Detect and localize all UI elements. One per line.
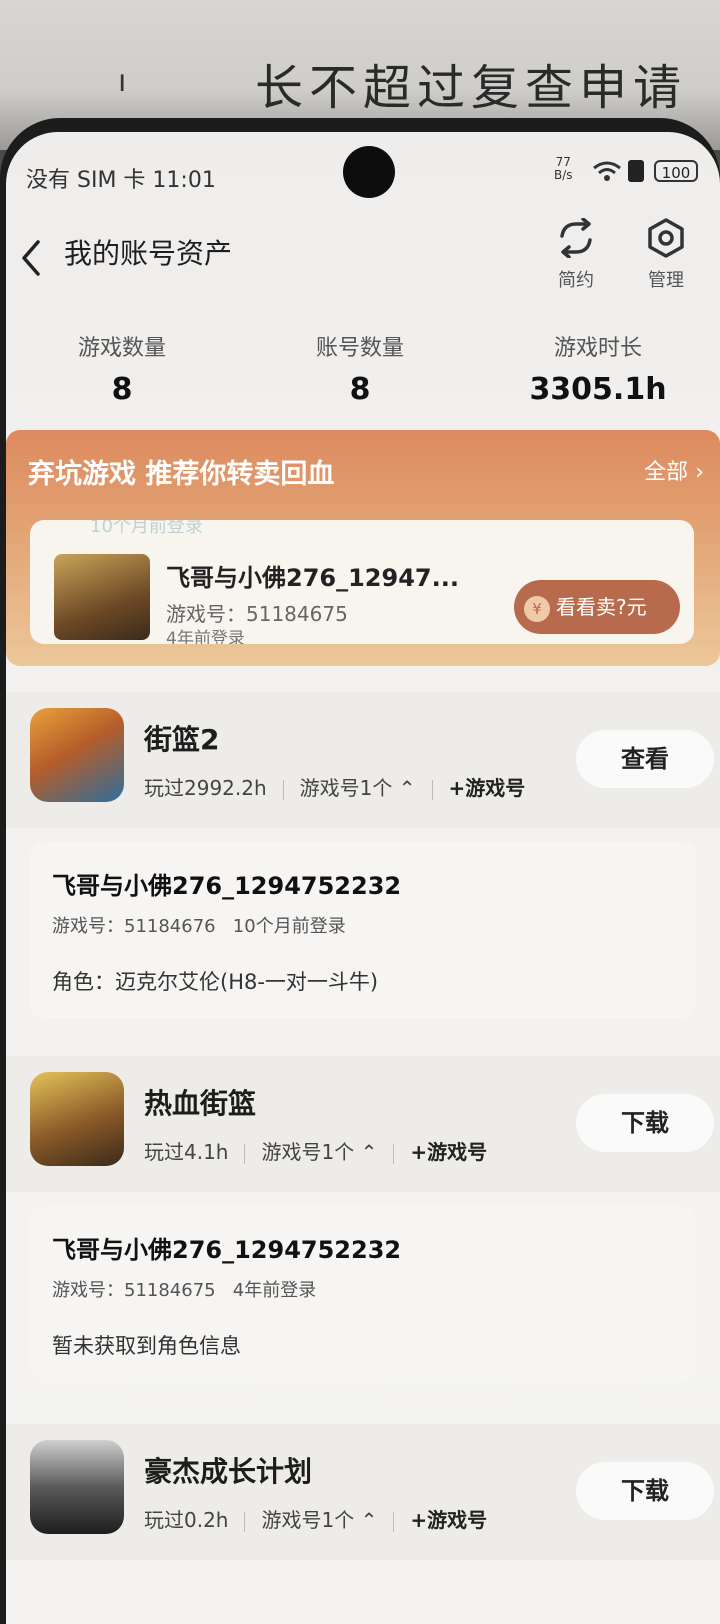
add-account-link[interactable]: +游戏号 — [449, 776, 526, 800]
promo-title: 弃坑游戏 推荐你转卖回血 — [28, 459, 335, 490]
play-time: 玩过4.1h — [144, 1140, 229, 1164]
account-count: 游戏号1个 — [299, 776, 393, 800]
network-speed-value: 77 — [555, 155, 571, 169]
account-role: 角色：迈克尔艾伦(H8-一对一斗牛) — [52, 970, 379, 994]
page-title: 我的账号资产 — [64, 237, 233, 270]
simple-mode-button[interactable]: 简约 — [546, 217, 606, 292]
chevron-up-icon: ⌃ — [360, 1140, 378, 1164]
phone-screen: 没有 SIM 卡 11:01 77 B/s 100 我的账号资产 简约 管理 游… — [6, 132, 720, 1624]
network-speed: 77 B/s — [554, 156, 573, 182]
game-row[interactable]: 豪杰成长计划 玩过0.2h 游戏号1个 ⌃ +游戏号 下载 — [6, 1424, 720, 1560]
promo-view-all-link[interactable]: 全部 › — [644, 454, 704, 486]
promo-account-card[interactable]: 10个月前登录 飞哥与小佛276_12947... 游戏号：51184675 4… — [30, 520, 694, 644]
game-icon-street-basketball — [54, 554, 150, 640]
add-account-link[interactable]: +游戏号 — [410, 1140, 487, 1164]
chevron-up-icon: ⌃ — [360, 1508, 378, 1532]
stat-game-count: 游戏数量 8 — [22, 330, 222, 407]
status-carrier-time: 没有 SIM 卡 11:01 — [26, 162, 216, 194]
wifi-icon — [593, 161, 621, 181]
back-arrow-icon[interactable] — [14, 236, 50, 280]
chevron-right-icon: › — [695, 460, 704, 485]
account-id: 游戏号：51184676 — [52, 916, 216, 937]
stat-label: 账号数量 — [315, 336, 404, 361]
game-icon-rexue-jielan — [30, 1072, 124, 1166]
promo-view-all-label: 全部 — [644, 460, 689, 485]
battery-icon: 100 — [654, 160, 698, 182]
no-sim-icon — [628, 160, 644, 182]
game-meta: 玩过4.1h 游戏号1个 ⌃ +游戏号 — [144, 1136, 487, 1165]
stat-play-time: 游戏时长 3305.1h — [498, 330, 698, 407]
last-login: 10个月前登录 — [232, 916, 346, 937]
refresh-icon — [560, 217, 592, 259]
promo-account-id: 游戏号：51184675 — [166, 602, 348, 626]
download-button[interactable]: 下载 — [576, 1462, 714, 1520]
status-bar: 没有 SIM 卡 11:01 77 B/s 100 — [6, 132, 720, 198]
stat-value: 8 — [349, 372, 371, 407]
account-sub: 游戏号：51184676 10个月前登录 — [52, 912, 346, 938]
account-count: 游戏号1个 — [261, 1508, 355, 1532]
carrier-label: 没有 SIM 卡 — [26, 168, 146, 193]
last-login: 4年前登录 — [232, 1280, 317, 1301]
download-button[interactable]: 下载 — [576, 1094, 714, 1152]
promo-login-time: 4年前登录 — [166, 629, 245, 644]
background-paper-text: 长不超过复查申请 — [255, 60, 688, 116]
view-button[interactable]: 查看 — [576, 730, 714, 788]
stat-value: 8 — [111, 372, 133, 407]
resale-promo-banner: 弃坑游戏 推荐你转卖回血 全部 › 10个月前登录 飞哥与小佛276_12947… — [6, 430, 720, 666]
add-account-link[interactable]: +游戏号 — [410, 1508, 487, 1532]
stat-label: 游戏数量 — [77, 336, 166, 361]
gear-icon — [648, 218, 684, 258]
pen-mark: ı — [118, 64, 127, 99]
account-card[interactable]: 飞哥与小佛276_1294752232 游戏号：51184675 4年前登录 暂… — [30, 1206, 696, 1382]
promo-account-name: 飞哥与小佛276_12947... — [166, 564, 459, 592]
manage-label: 管理 — [648, 270, 684, 291]
stat-value: 3305.1h — [529, 372, 667, 407]
stat-label: 游戏时长 — [553, 336, 642, 361]
game-meta: 玩过2992.2h 游戏号1个 ⌃ +游戏号 — [144, 772, 525, 801]
check-price-label: 看看卖?元 — [556, 595, 647, 619]
camera-cutout — [343, 146, 395, 198]
clock: 11:01 — [152, 168, 216, 193]
scroll-ghost-text: 10个月前登录 — [90, 520, 203, 537]
game-icon-haojie-plan — [30, 1440, 124, 1534]
account-card[interactable]: 飞哥与小佛276_1294752232 游戏号：51184676 10个月前登录… — [30, 842, 696, 1018]
account-name: 飞哥与小佛276_1294752232 — [52, 1236, 402, 1264]
account-count: 游戏号1个 — [261, 1140, 355, 1164]
play-time: 玩过2992.2h — [144, 776, 267, 800]
simple-mode-label: 简约 — [558, 270, 594, 291]
account-role: 暂未获取到角色信息 — [52, 1334, 241, 1358]
account-sub: 游戏号：51184675 4年前登录 — [52, 1276, 316, 1302]
game-name: 热血街篮 — [144, 1087, 257, 1120]
account-id: 游戏号：51184675 — [52, 1280, 216, 1301]
chevron-up-icon: ⌃ — [398, 776, 416, 800]
game-meta: 玩过0.2h 游戏号1个 ⌃ +游戏号 — [144, 1504, 487, 1533]
check-price-button[interactable]: ¥ 看看卖?元 — [514, 580, 680, 634]
game-row[interactable]: 街篮2 玩过2992.2h 游戏号1个 ⌃ +游戏号 查看 — [6, 692, 720, 828]
game-row[interactable]: 热血街篮 玩过4.1h 游戏号1个 ⌃ +游戏号 下载 — [6, 1056, 720, 1192]
game-name: 街篮2 — [144, 723, 220, 756]
manage-button[interactable]: 管理 — [636, 218, 696, 292]
account-name: 飞哥与小佛276_1294752232 — [52, 872, 402, 900]
play-time: 玩过0.2h — [144, 1508, 229, 1532]
coin-icon: ¥ — [524, 595, 550, 622]
account-count-toggle[interactable]: 游戏号1个 ⌃ — [261, 1508, 377, 1532]
stat-account-count: 账号数量 8 — [260, 330, 460, 407]
network-speed-unit: B/s — [554, 168, 573, 182]
game-icon-jielan2 — [30, 708, 124, 802]
account-count-toggle[interactable]: 游戏号1个 ⌃ — [300, 776, 416, 800]
account-count-toggle[interactable]: 游戏号1个 ⌃ — [261, 1140, 377, 1164]
game-name: 豪杰成长计划 — [144, 1455, 313, 1488]
